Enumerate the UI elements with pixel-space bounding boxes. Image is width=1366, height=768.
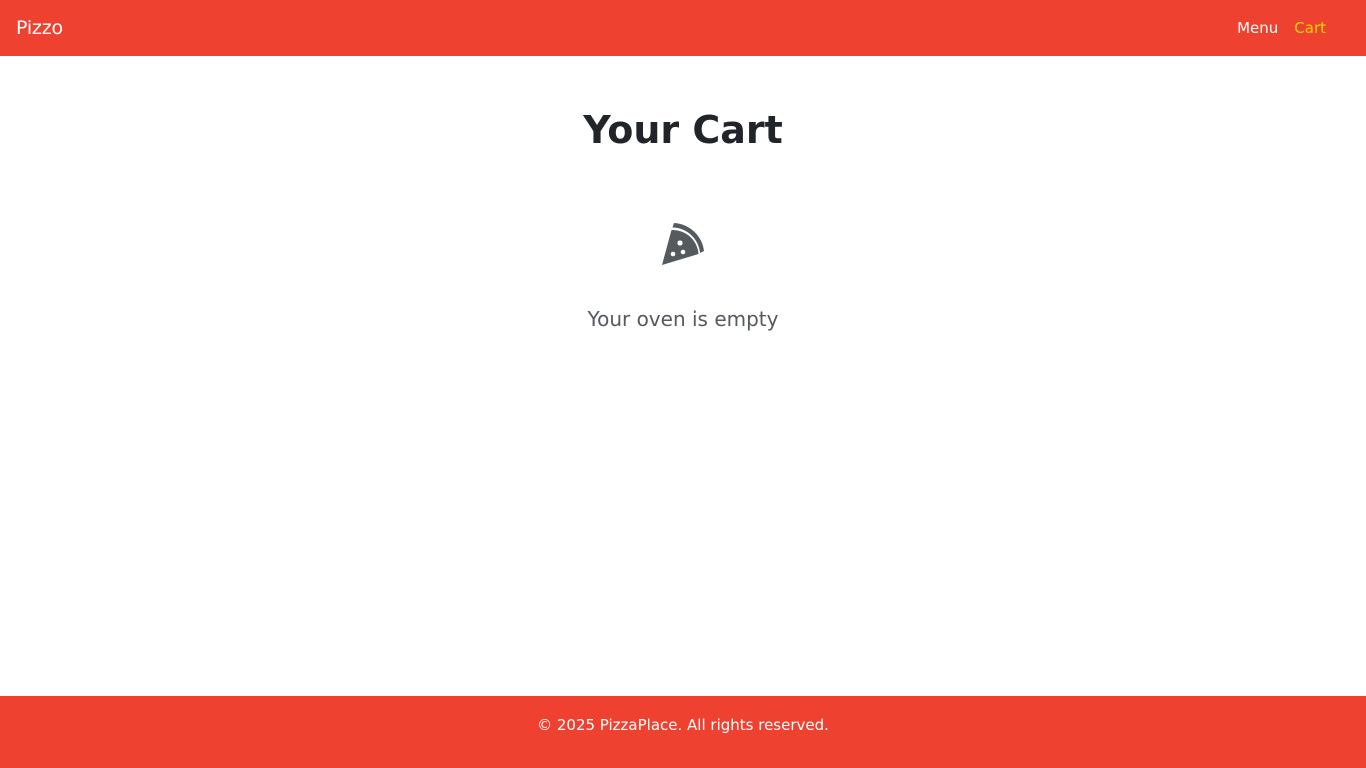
footer-copyright: © 2025 PizzaPlace. All rights reserved.: [537, 716, 829, 734]
brand-link[interactable]: Pizzo: [16, 17, 63, 39]
footer: © 2025 PizzaPlace. All rights reserved.: [0, 696, 1366, 768]
nav-link-cart[interactable]: Cart: [1294, 19, 1326, 37]
navbar: Pizzo Menu Cart: [0, 0, 1366, 56]
page-title: Your Cart: [583, 108, 783, 152]
nav-links: Menu Cart: [1221, 19, 1326, 37]
cart-page: Your Cart Your oven is empty: [0, 56, 1366, 696]
nav-link-menu[interactable]: Menu: [1237, 19, 1278, 37]
empty-cart-message: Your oven is empty: [587, 307, 779, 331]
pizza-slice-icon: [662, 223, 704, 265]
